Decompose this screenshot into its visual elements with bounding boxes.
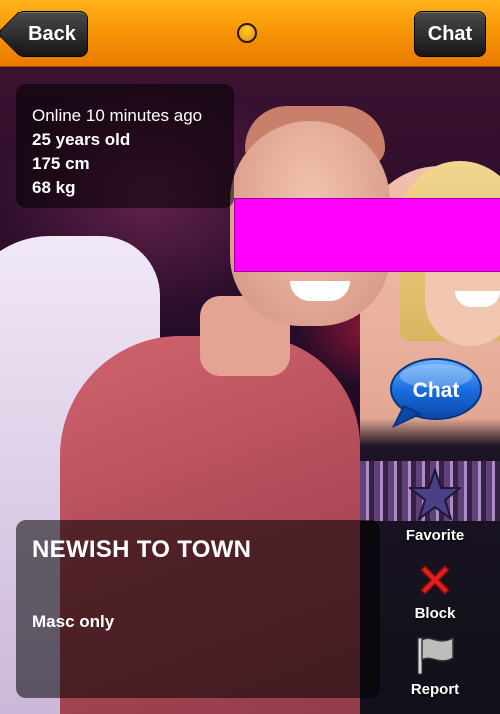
profile-headline-box: NEWISH TO TOWN Masc only [16, 520, 380, 698]
favorite-label: Favorite [405, 527, 465, 544]
online-status: Online 10 minutes ago [32, 106, 203, 125]
profile-height: 175 cm [32, 154, 90, 173]
profile-weight: 68 kg [32, 178, 76, 197]
page-indicator-dot-icon [237, 23, 257, 43]
profile-screen: Back Chat Online 10 minutes ago 25 years… [0, 0, 500, 714]
favorite-button[interactable]: Favorite [390, 466, 480, 544]
block-button[interactable]: Block [390, 560, 480, 622]
censor-bar [234, 198, 500, 272]
star-icon [407, 466, 463, 522]
profile-info-box: Online 10 minutes ago 25 years old 175 c… [16, 84, 234, 208]
report-label: Report [410, 681, 460, 698]
flag-icon [417, 636, 454, 675]
profile-headline: NEWISH TO TOWN [32, 536, 252, 563]
report-button[interactable]: Report [390, 634, 480, 698]
back-button-label: Back [28, 23, 76, 45]
chat-bubble-button[interactable]: Chat [386, 356, 482, 429]
block-label: Block [414, 605, 456, 622]
profile-description: Masc only [32, 612, 115, 631]
x-icon [419, 564, 451, 596]
chat-top-button[interactable]: Chat [414, 11, 486, 57]
top-navbar: Back Chat [0, 0, 500, 67]
chat-bubble-icon: Chat [390, 358, 482, 429]
back-button[interactable]: Back [16, 11, 88, 57]
profile-age: 25 years old [32, 130, 131, 149]
chat-bubble-label: Chat [413, 379, 460, 402]
